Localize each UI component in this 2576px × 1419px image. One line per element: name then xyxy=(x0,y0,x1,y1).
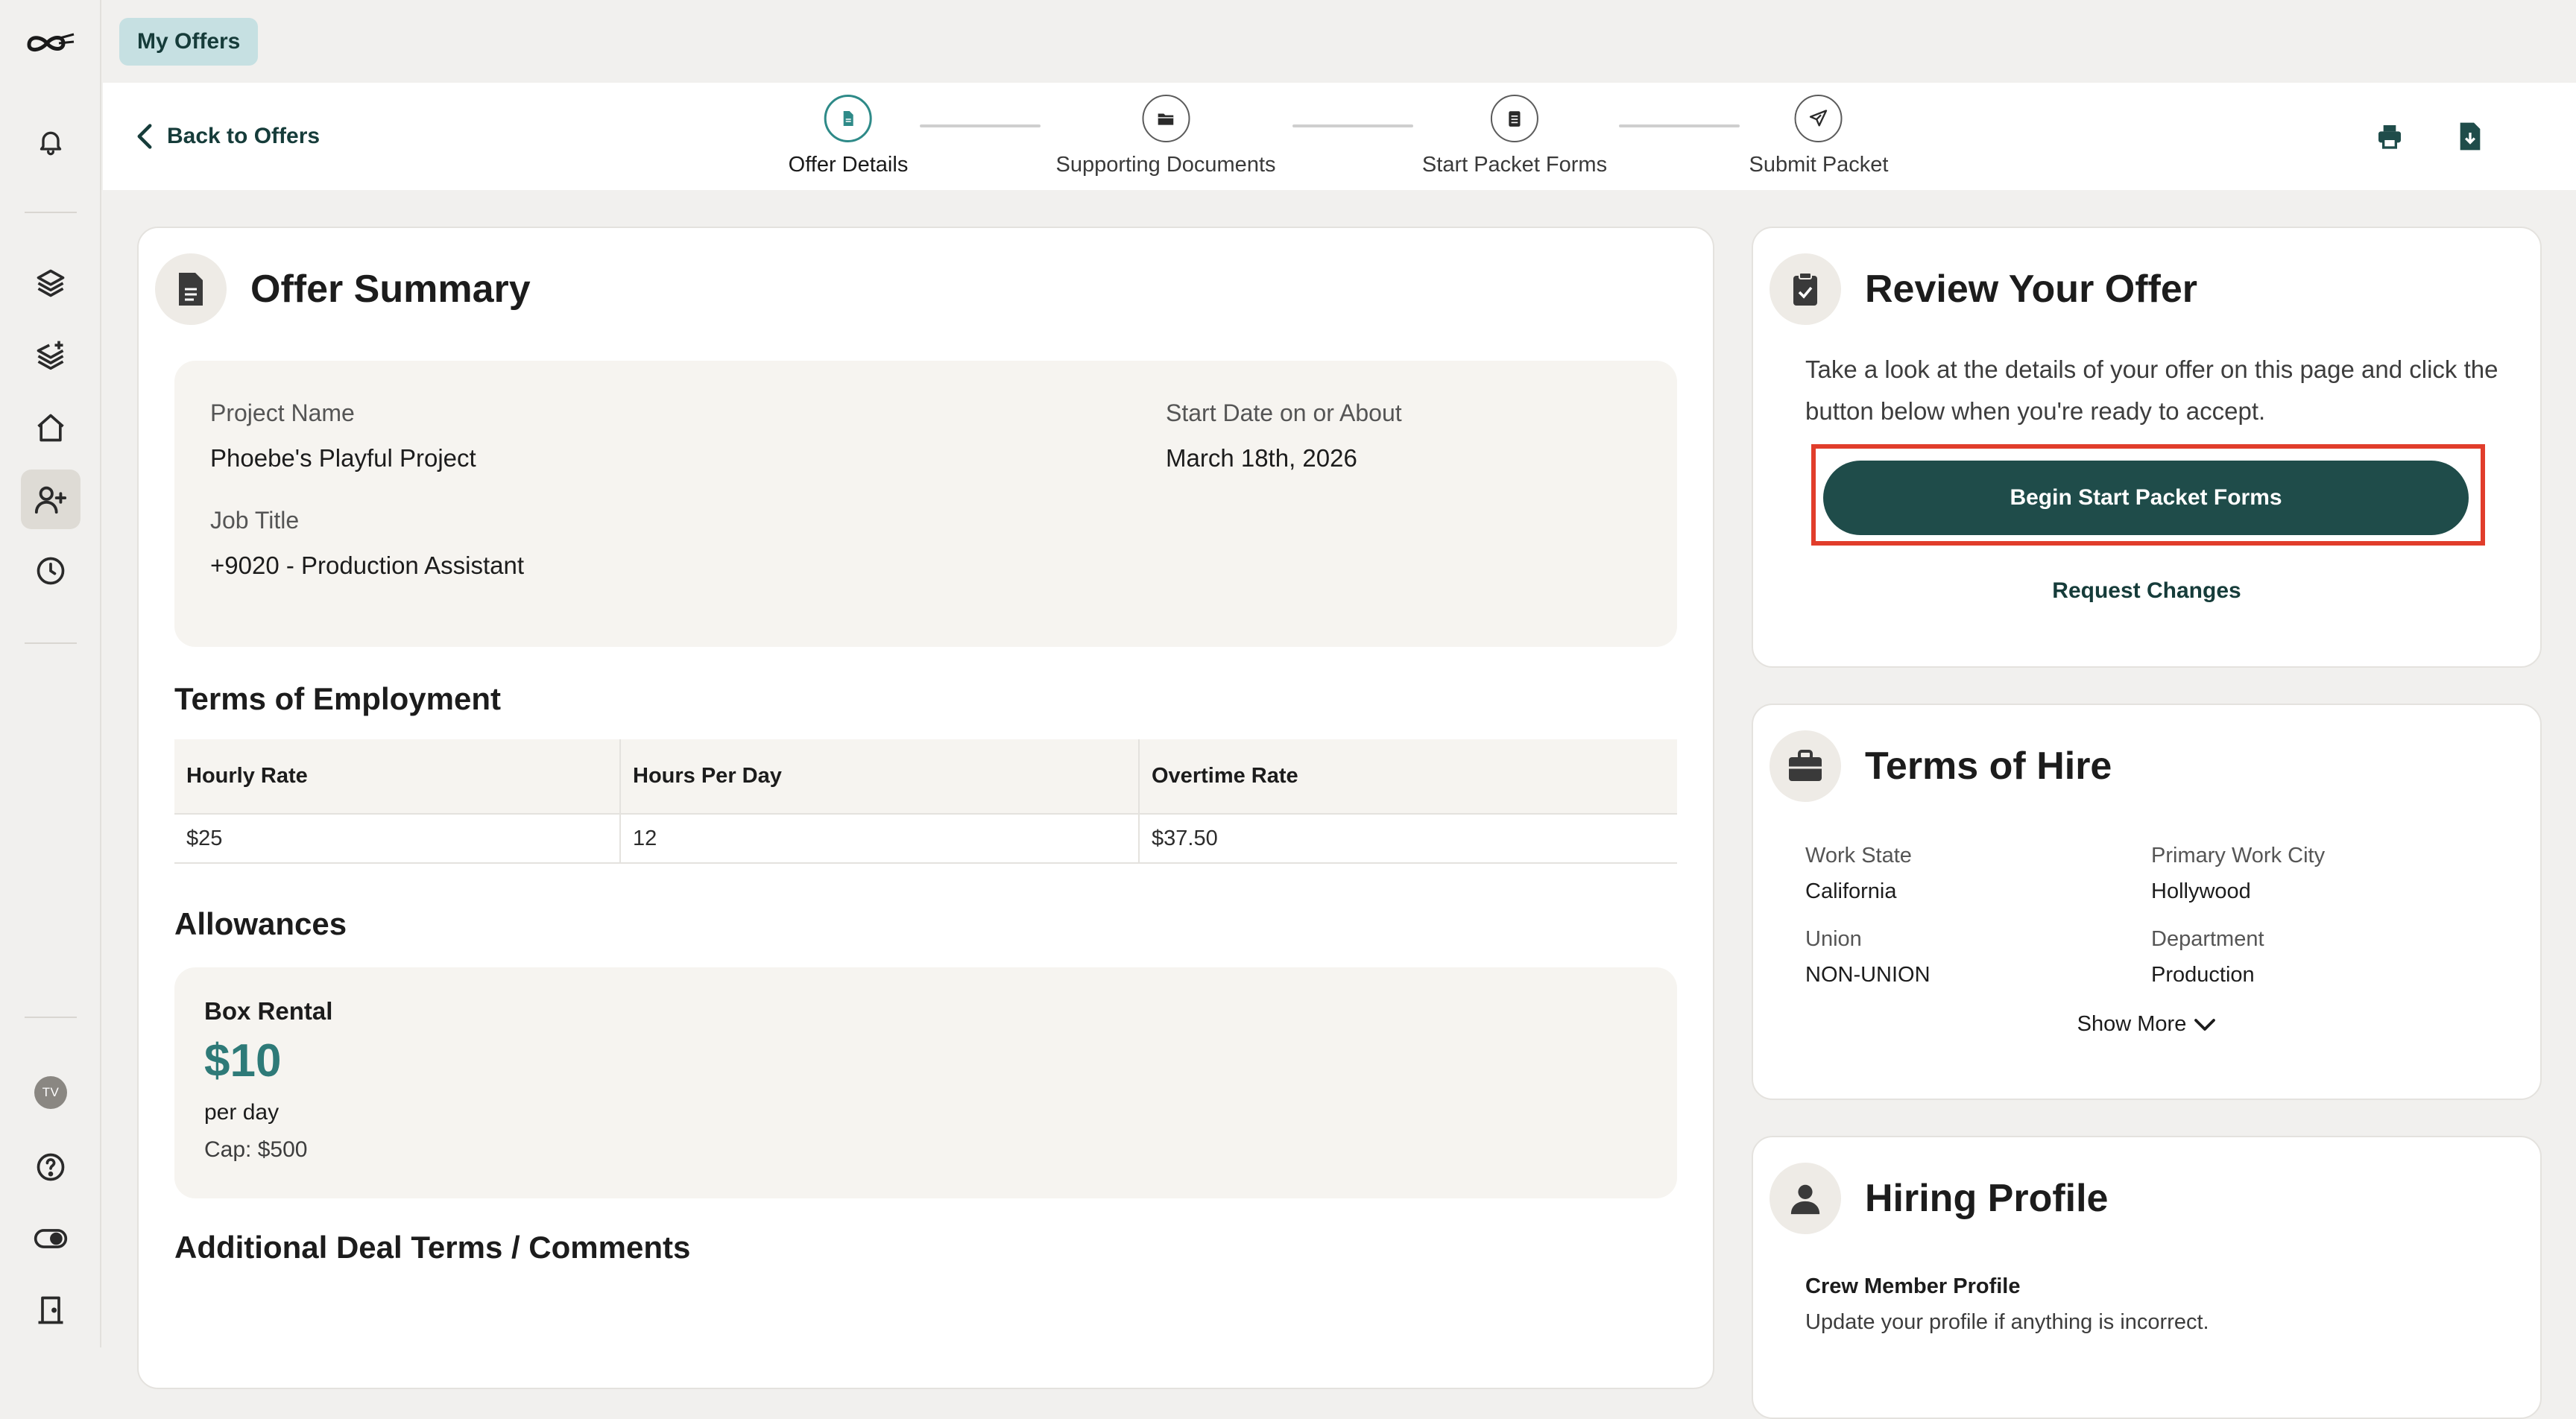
terms-table: Hourly Rate Hours Per Day Overtime Rate … xyxy=(174,739,1677,864)
table-header-row: Hourly Rate Hours Per Day Overtime Rate xyxy=(174,739,1677,814)
work-state-value: California xyxy=(1805,879,1897,903)
download-file-icon[interactable] xyxy=(2446,113,2494,160)
step-label: Offer Details xyxy=(788,153,909,177)
chevron-down-icon xyxy=(2194,1018,2216,1031)
card-header: Offer Summary xyxy=(155,253,531,325)
my-offers-chip[interactable]: My Offers xyxy=(119,18,259,66)
allowances-heading: Allowances xyxy=(174,906,347,941)
avatar-initials: TV xyxy=(34,1076,67,1109)
crew-member-profile-label: Crew Member Profile xyxy=(1805,1274,2021,1298)
work-state-label: Work State xyxy=(1805,844,1912,867)
layers-plus-icon[interactable] xyxy=(21,325,80,385)
chevron-left-icon xyxy=(137,124,152,149)
top-bar: My Offers xyxy=(103,0,2576,83)
sidebar-divider xyxy=(25,212,77,213)
step-submit-packet[interactable]: Submit Packet xyxy=(1749,95,1889,177)
start-date-value: March 18th, 2026 xyxy=(1166,444,1357,472)
job-title-label: Job Title xyxy=(210,507,300,534)
show-more-label: Show More xyxy=(2077,1012,2187,1036)
logout-door-icon[interactable] xyxy=(21,1280,80,1340)
step-offer-details[interactable]: Offer Details xyxy=(788,95,909,177)
sidebar-divider xyxy=(25,1017,77,1018)
user-icon xyxy=(1770,1163,1841,1234)
back-label: Back to Offers xyxy=(167,124,321,148)
union-value: NON-UNION xyxy=(1805,963,1931,987)
project-name-value: Phoebe's Playful Project xyxy=(210,444,476,472)
union-label: Union xyxy=(1805,927,1862,951)
start-date-label: Start Date on or About xyxy=(1166,399,1402,426)
left-sidebar: TV xyxy=(0,0,101,1347)
terms-of-employment-heading: Terms of Employment xyxy=(174,681,501,716)
table-cell: $37.50 xyxy=(1139,813,1677,864)
allowance-period: per day xyxy=(204,1100,280,1125)
add-user-icon[interactable] xyxy=(21,470,80,529)
allowance-box: Box Rental $10 per day Cap: $500 xyxy=(174,967,1677,1198)
print-icon[interactable] xyxy=(2366,113,2414,160)
table-cell: $25 xyxy=(174,813,621,864)
project-summary-box: Project Name Phoebe's Playful Project St… xyxy=(174,361,1677,647)
department-label: Department xyxy=(2151,927,2264,951)
column-header: Hours Per Day xyxy=(620,739,1140,814)
terms-of-hire-title: Terms of Hire xyxy=(1865,745,2112,788)
back-to-offers-link[interactable]: Back to Offers xyxy=(136,116,320,157)
offer-summary-title: Offer Summary xyxy=(250,268,531,311)
card-header: Hiring Profile xyxy=(1770,1163,2108,1234)
review-offer-card: Review Your Offer Take a look at the det… xyxy=(1752,227,2542,668)
offer-summary-card: Offer Summary Project Name Phoebe's Play… xyxy=(137,227,1714,1389)
layers-icon[interactable] xyxy=(21,253,80,313)
clipboard-list-icon xyxy=(1490,95,1538,142)
toggle-icon[interactable] xyxy=(21,1209,80,1268)
hiring-profile-card: Hiring Profile Crew Member Profile Updat… xyxy=(1752,1136,2542,1419)
table-row: $25 12 $37.50 xyxy=(174,813,1677,864)
bell-icon[interactable] xyxy=(21,112,80,171)
offer-header: Back to Offers Offer Details Supporting … xyxy=(103,83,2576,190)
document-icon xyxy=(155,253,227,325)
project-name-label: Project Name xyxy=(210,399,355,426)
step-label: Start Packet Forms xyxy=(1421,153,1608,177)
work-city-label: Primary Work City xyxy=(2151,844,2326,867)
clipboard-check-icon xyxy=(1770,253,1841,325)
table-cell: 12 xyxy=(620,813,1140,864)
department-value: Production xyxy=(2151,963,2255,987)
review-offer-title: Review Your Offer xyxy=(1865,268,2197,311)
step-label: Submit Packet xyxy=(1749,153,1889,177)
briefcase-icon xyxy=(1770,730,1841,802)
request-changes-link[interactable]: Request Changes xyxy=(1753,578,2540,604)
review-instructions: Take a look at the details of your offer… xyxy=(1805,355,2498,425)
hiring-profile-title: Hiring Profile xyxy=(1865,1177,2109,1220)
card-header: Terms of Hire xyxy=(1770,730,2112,802)
job-title-value: +9020 - Production Assistant xyxy=(210,552,525,579)
step-label: Supporting Documents xyxy=(1055,153,1276,177)
allowance-name: Box Rental xyxy=(204,997,333,1025)
column-header: Hourly Rate xyxy=(174,739,621,814)
additional-terms-heading: Additional Deal Terms / Comments xyxy=(174,1230,691,1265)
help-icon[interactable] xyxy=(21,1137,80,1197)
step-connector xyxy=(920,124,1041,127)
work-city-value: Hollywood xyxy=(2151,879,2251,903)
allowance-amount: $10 xyxy=(204,1035,282,1087)
clock-icon[interactable] xyxy=(21,541,80,601)
folder-icon xyxy=(1142,95,1190,142)
home-icon[interactable] xyxy=(21,398,80,458)
column-header: Overtime Rate xyxy=(1139,739,1677,814)
step-connector xyxy=(1292,124,1413,127)
show-more-button[interactable]: Show More xyxy=(1753,1012,2540,1037)
terms-of-hire-card: Terms of Hire Work State California Prim… xyxy=(1752,704,2542,1100)
avatar[interactable]: TV xyxy=(21,1063,80,1122)
app-logo-icon[interactable] xyxy=(21,13,80,73)
step-supporting-documents[interactable]: Supporting Documents xyxy=(1056,95,1276,177)
sidebar-divider xyxy=(25,642,77,644)
step-start-packet-forms[interactable]: Start Packet Forms xyxy=(1422,95,1607,177)
profile-instructions: Update your profile if anything is incor… xyxy=(1805,1310,2209,1334)
send-icon xyxy=(1794,95,1843,142)
allowance-cap: Cap: $500 xyxy=(204,1137,308,1162)
document-icon xyxy=(824,95,872,142)
begin-start-packet-forms-button[interactable]: Begin Start Packet Forms xyxy=(1823,461,2469,535)
step-connector xyxy=(1619,124,1740,127)
card-header: Review Your Offer xyxy=(1770,253,2197,325)
